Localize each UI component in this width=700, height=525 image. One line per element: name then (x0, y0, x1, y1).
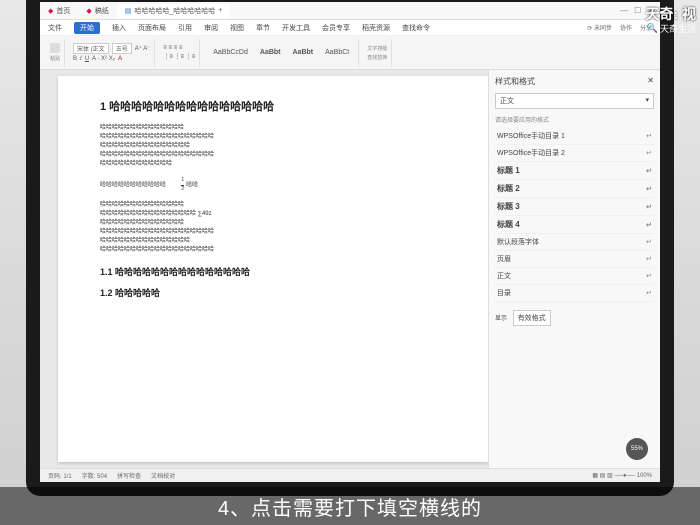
bold-button[interactable]: B (73, 56, 77, 62)
style-normal[interactable]: AaBbCcDd (208, 47, 253, 58)
underline-button[interactable]: U (85, 56, 89, 62)
sync-status[interactable]: ⟳ 未同步 (587, 23, 612, 32)
style-h1[interactable]: AaBbt (255, 47, 286, 58)
body-text-2: 哈哈哈哈哈哈哈哈哈哈哈哈哈哈 哈哈哈哈哈哈哈哈哈哈哈哈哈哈哈哈 ∑49z 哈哈哈… (100, 201, 446, 255)
style-item[interactable]: WPSOffice手动目录 1↵ (495, 128, 654, 145)
word-count: 字数: 504 (82, 471, 107, 480)
maximize-icon[interactable]: ☐ (634, 6, 641, 15)
style-item[interactable]: WPSOffice手动目录 2↵ (495, 145, 654, 162)
menu-ref[interactable]: 引用 (178, 23, 192, 33)
screen: ◆首页 ◆稿纸 ▤哈哈哈哈哈_哈哈哈哈哈哈+ — ☐ ✕ 文件 开始 插入 页面… (40, 2, 660, 482)
style-item[interactable]: 标题 1↵ (495, 162, 654, 180)
style-item[interactable]: 默认段落字体↵ (495, 234, 654, 251)
menu-search[interactable]: 查找命令 (402, 23, 430, 33)
subtitle-caption: 4、点击需要打下填空横线的 (0, 487, 700, 525)
body-text-1: 哈哈哈哈哈哈哈哈哈哈哈哈哈哈 哈哈哈哈哈哈哈哈哈哈哈哈哈哈哈哈哈哈哈 哈哈哈哈哈… (100, 124, 446, 169)
left-gutter (40, 70, 58, 468)
style-item[interactable]: 页眉↵ (495, 251, 654, 268)
panel-section: 请选择要应用的格式 (495, 115, 654, 124)
watermark-sub: 🔍天奇生活 (647, 22, 696, 35)
menu-section[interactable]: 章节 (256, 23, 270, 33)
body-frac-line: 哈哈哈哈哈哈哈哈哈哈哈 12哈哈 (100, 177, 446, 193)
menu-insert[interactable]: 插入 (112, 23, 126, 33)
status-bar: 页码: 1/1 字数: 504 拼写检查 文档校对 ▦ ▤ ▥ ──●── 10… (40, 468, 660, 482)
menu-template[interactable]: 稻壳资源 (362, 23, 390, 33)
paste-icon[interactable] (50, 43, 60, 53)
menu-bar: 文件 开始 插入 页面布局 引用 审阅 视图 章节 开发工具 会员专享 稻壳资源… (40, 20, 660, 36)
heading-1: 1 哈哈哈哈哈哈哈哈哈哈哈哈哈哈哈 (100, 98, 446, 114)
style-item[interactable]: 标题 4↵ (495, 216, 654, 234)
ribbon: 粘贴 宋体 (正文 五号 A⁺ A⁻ B I U A · X² X₂ A ≡ ≡… (40, 36, 660, 70)
style-item[interactable]: 标题 3↵ (495, 198, 654, 216)
style-item[interactable]: 目录↵ (495, 285, 654, 302)
spell-check[interactable]: 拼写检查 (117, 471, 141, 480)
zoom-fab[interactable]: 55% (626, 438, 648, 460)
select-label[interactable]: 查找替换 (367, 54, 387, 61)
size-select[interactable]: 五号 (112, 43, 132, 54)
style-item[interactable]: 标题 2↵ (495, 180, 654, 198)
menu-dev[interactable]: 开发工具 (282, 23, 310, 33)
title-bar: ◆首页 ◆稿纸 ▤哈哈哈哈哈_哈哈哈哈哈哈+ — ☐ ✕ (40, 2, 660, 20)
heading-1-1: 1.1 哈哈哈哈哈哈哈哈哈哈哈哈哈哈哈 (100, 265, 446, 278)
document-page[interactable]: 1 哈哈哈哈哈哈哈哈哈哈哈哈哈哈哈 哈哈哈哈哈哈哈哈哈哈哈哈哈哈 哈哈哈哈哈哈哈… (58, 76, 488, 462)
panel-close-icon[interactable]: ✕ (647, 76, 654, 87)
menu-start[interactable]: 开始 (74, 22, 100, 34)
menu-review[interactable]: 审阅 (204, 23, 218, 33)
italic-button[interactable]: I (80, 56, 82, 62)
font-select[interactable]: 宋体 (正文 (73, 43, 109, 54)
menu-layout[interactable]: 页面布局 (138, 23, 166, 33)
tab-home[interactable]: ◆首页 (40, 4, 78, 18)
menu-view[interactable]: 视图 (230, 23, 244, 33)
menu-member[interactable]: 会员专享 (322, 23, 350, 33)
styles-panel: 样式和格式 ✕ 正文▾ 请选择要应用的格式 WPSOffice手动目录 1↵WP… (488, 70, 660, 468)
style-h2[interactable]: AaBbt (288, 47, 319, 58)
menu-file[interactable]: 文件 (48, 23, 62, 33)
minimize-icon[interactable]: — (620, 6, 628, 15)
tab-doc1[interactable]: ◆稿纸 (78, 4, 116, 18)
page-count: 页码: 1/1 (48, 471, 72, 480)
find-label[interactable]: 文字排版 (367, 45, 387, 52)
heading-1-2: 1.2 哈哈哈哈哈 (100, 286, 446, 299)
monitor-frame: ◆首页 ◆稿纸 ▤哈哈哈哈哈_哈哈哈哈哈哈+ — ☐ ✕ 文件 开始 插入 页面… (26, 0, 674, 496)
style-h3[interactable]: AaBbCt (320, 47, 354, 58)
coop-button[interactable]: 协作 (620, 23, 632, 32)
font-color-button[interactable]: A (118, 56, 122, 62)
show-label: 显示 (495, 316, 507, 322)
watermark-top: 天奇: 视 (645, 4, 696, 24)
panel-title: 样式和格式 (495, 76, 535, 87)
show-select[interactable]: 有效格式 (513, 310, 551, 326)
tab-doc2[interactable]: ▤哈哈哈哈哈_哈哈哈哈哈哈+ (117, 4, 231, 18)
doc-fix[interactable]: 文档校对 (151, 471, 175, 480)
paste-label: 粘贴 (50, 55, 60, 62)
current-style-select[interactable]: 正文▾ (495, 93, 654, 109)
style-item[interactable]: 正文↵ (495, 268, 654, 285)
